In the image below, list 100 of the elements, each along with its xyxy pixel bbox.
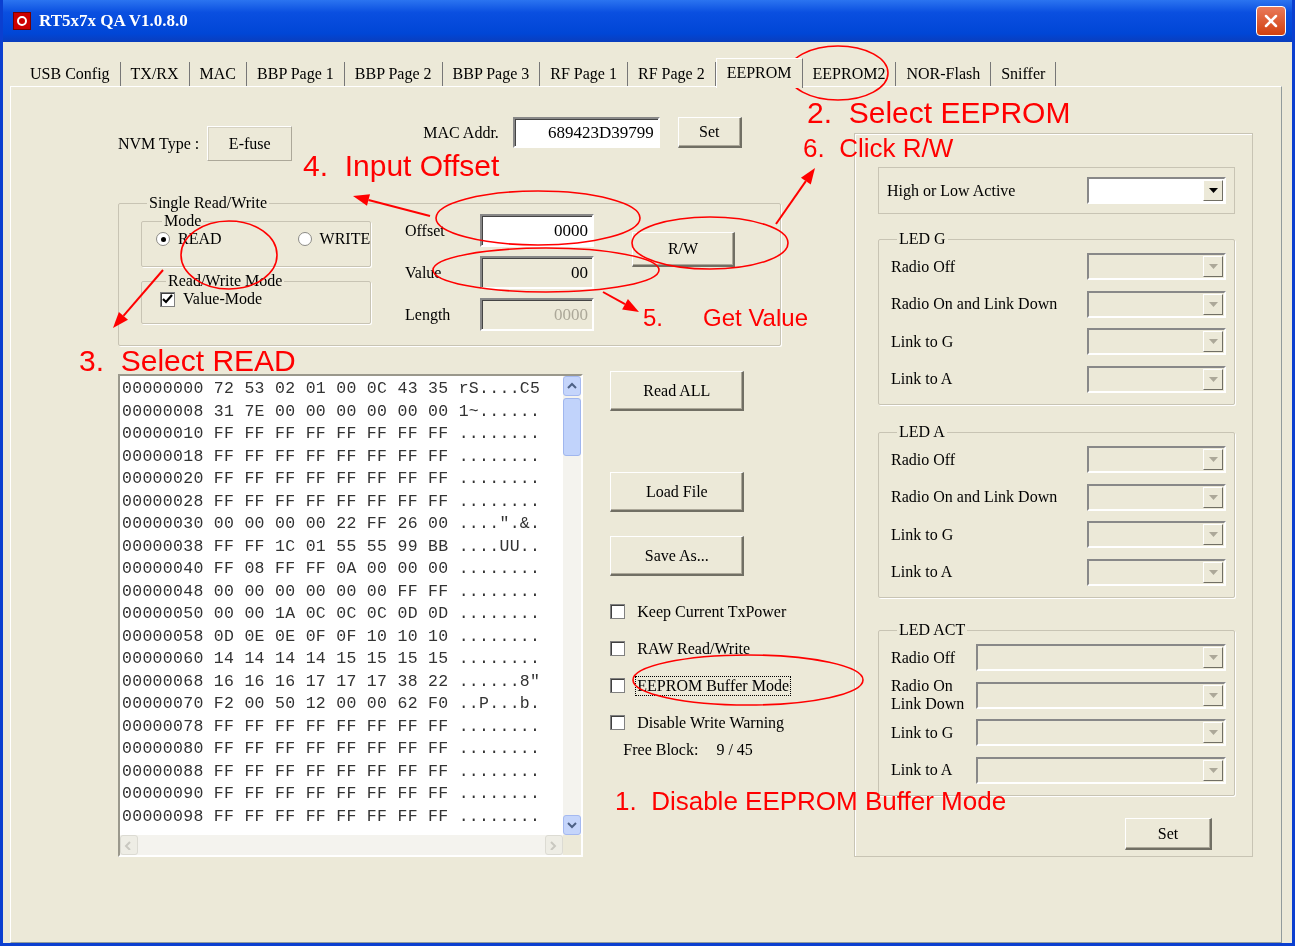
tab[interactable]: RF Page 2 (627, 62, 716, 86)
tab[interactable]: RF Page 1 (540, 62, 628, 86)
input-field[interactable]: 0000 (480, 214, 594, 247)
checkbox[interactable] (610, 641, 626, 656)
group-title: Mode (163, 212, 203, 230)
set-button[interactable]: Set (677, 117, 742, 148)
app-icon (13, 12, 31, 30)
checkbox[interactable] (610, 604, 626, 619)
field-label: Link to A (891, 370, 953, 389)
checkbox[interactable] (160, 291, 175, 307)
dropdown-arrow-icon (1208, 655, 1218, 661)
annotation-text: 1. Disable EEPROM Buffer Mode (615, 787, 1007, 816)
mac-address-label: MAC Addr. (423, 123, 499, 142)
dropdown-arrow-icon (1208, 767, 1218, 773)
hex-dump-line: 00000090 FF FF FF FF FF FF FF FF ........ (122, 783, 542, 805)
arrow (775, 168, 815, 225)
dropdown-field[interactable] (1087, 177, 1226, 204)
file-button[interactable]: Load File (610, 472, 745, 512)
mac-address-field[interactable]: 689423D39799 (512, 117, 660, 148)
free-block-label: Free Block: (623, 741, 699, 759)
hex-dump-line: 00000050 00 00 1A 0C 0C 0C 0D 0D ........ (122, 603, 542, 625)
hex-dump-line: 00000088 FF FF FF FF FF FF FF FF ........ (122, 760, 542, 783)
annotation-text: 3. Select READ (79, 344, 296, 377)
file-button[interactable]: Read ALL (610, 371, 745, 411)
dropdown-arrow-icon (1208, 730, 1218, 736)
set-button[interactable]: Set (1125, 818, 1212, 850)
free-block-value: 9 / 45 (716, 741, 753, 759)
tab[interactable]: BBP Page 2 (344, 62, 443, 86)
tab[interactable]: TX/RX (120, 62, 190, 86)
field-label: High or Low Active (887, 181, 1016, 200)
field-label: Radio On and Link Down (891, 488, 1058, 507)
vertical-scrollbar[interactable] (563, 376, 582, 835)
hex-dump-line: 00000000 72 53 02 01 00 0C 43 35 rS....C5 (122, 378, 542, 400)
checkbox-label: Value-Mode (183, 290, 263, 308)
field-label: Link to G (891, 723, 955, 742)
tab[interactable]: EEPROM2 (802, 62, 897, 86)
hex-dump-line: 00000030 00 00 00 00 22 FF 26 00 ....".&. (122, 513, 542, 535)
checkbox-label: EEPROM Buffer Mode (635, 675, 791, 696)
hex-dump-line: 00000038 FF FF 1C 01 55 55 99 BB ....UU.. (122, 535, 542, 558)
annotation-text: 6. Click R/W (803, 134, 954, 163)
horizontal-scrollbar[interactable] (120, 835, 564, 855)
checkbox[interactable] (610, 678, 626, 693)
scrollbar-corner (563, 835, 582, 855)
tab[interactable]: BBP Page 3 (442, 62, 541, 86)
hex-dump-line: 00000028 FF FF FF FF FF FF FF FF ........ (122, 490, 542, 513)
field-label: Link to G (891, 525, 954, 544)
hex-dump-line: 00000060 14 14 14 14 15 15 15 15 ........ (122, 648, 542, 670)
input-field[interactable]: 00 (480, 256, 594, 289)
dropdown-arrow-icon (1208, 376, 1218, 382)
field-label: Radio Off (891, 450, 956, 469)
hex-dump-line: 00000040 FF 08 FF FF 0A 00 00 00 ........ (122, 558, 542, 580)
read-write-button[interactable]: R/W (632, 232, 735, 267)
field-label: Length (405, 305, 452, 324)
dropdown-arrow-icon (1208, 532, 1218, 538)
checkbox[interactable] (610, 715, 626, 730)
tab[interactable]: MAC (189, 62, 248, 86)
checkbox-label: Keep Current TxPower (636, 601, 788, 622)
dropdown-arrow-icon (1208, 457, 1218, 463)
scrollbar-thumb[interactable] (563, 398, 582, 456)
tab[interactable]: NOR-Flash (896, 62, 992, 86)
close-button[interactable] (1256, 6, 1286, 36)
field-label: Link to A (891, 761, 954, 780)
annotation-text: 2. Select EEPROM (807, 96, 1071, 129)
dropdown-arrow-icon (1208, 301, 1218, 307)
window-title: RT5x7x QA V1.0.8.0 (39, 11, 189, 31)
file-button[interactable]: Save As... (610, 536, 745, 576)
hex-dump-line: 00000058 0D 0E 0E 0F 0F 10 10 10 ........ (122, 625, 542, 648)
field-label: Link to G (891, 332, 954, 351)
dropdown-arrow-icon (1208, 494, 1218, 500)
hex-dump-line: 00000018 FF FF FF FF FF FF FF FF ........ (122, 445, 542, 468)
dropdown-arrow-icon (1208, 339, 1218, 345)
hex-dump-line: 00000010 FF FF FF FF FF FF FF FF ........ (122, 423, 542, 445)
radio-button[interactable] (156, 232, 170, 246)
hex-dump-line: 00000078 FF FF FF FF FF FF FF FF ........ (122, 715, 542, 738)
arrow (113, 269, 164, 328)
hex-dump-line: 00000098 FF FF FF FF FF FF FF FF ........ (122, 805, 542, 828)
tab[interactable]: Sniffer (991, 62, 1057, 86)
tab[interactable]: BBP Page 1 (247, 62, 345, 86)
radio-button[interactable] (297, 232, 312, 246)
group-title: Single Read/Write (148, 194, 268, 212)
annotation-text: 5. Get Value (643, 305, 808, 332)
field-label: Radio Off (891, 648, 957, 667)
hex-dump-line: 00000068 16 16 16 17 17 17 38 22 ......8" (122, 670, 542, 693)
field-label: Link to A (891, 563, 953, 582)
field-label: Offset (405, 221, 446, 240)
dropdown-arrow-icon (1208, 569, 1218, 575)
hex-dump-line: 00000070 F2 00 50 12 00 00 62 F0 ..P...b. (122, 693, 542, 715)
tab[interactable]: EEPROM (715, 58, 803, 88)
radio-label: WRITE (319, 230, 371, 248)
checkbox-label: RAW Read/Write (636, 638, 752, 659)
field-label: Radio On Link Down (891, 677, 966, 714)
hex-dump-line: 00000020 FF FF FF FF FF FF FF FF ........ (122, 468, 542, 490)
dropdown-arrow-icon (1208, 188, 1218, 193)
check-icon (162, 294, 173, 304)
group-title: LED ACT (898, 621, 967, 639)
dropdown-arrow-icon (1208, 692, 1218, 698)
checkbox-label: Disable Write Warning (636, 712, 786, 733)
arrow (602, 291, 639, 312)
tab[interactable]: USB Config (20, 62, 121, 86)
nvm-type-label: NVM Type : (118, 134, 200, 153)
